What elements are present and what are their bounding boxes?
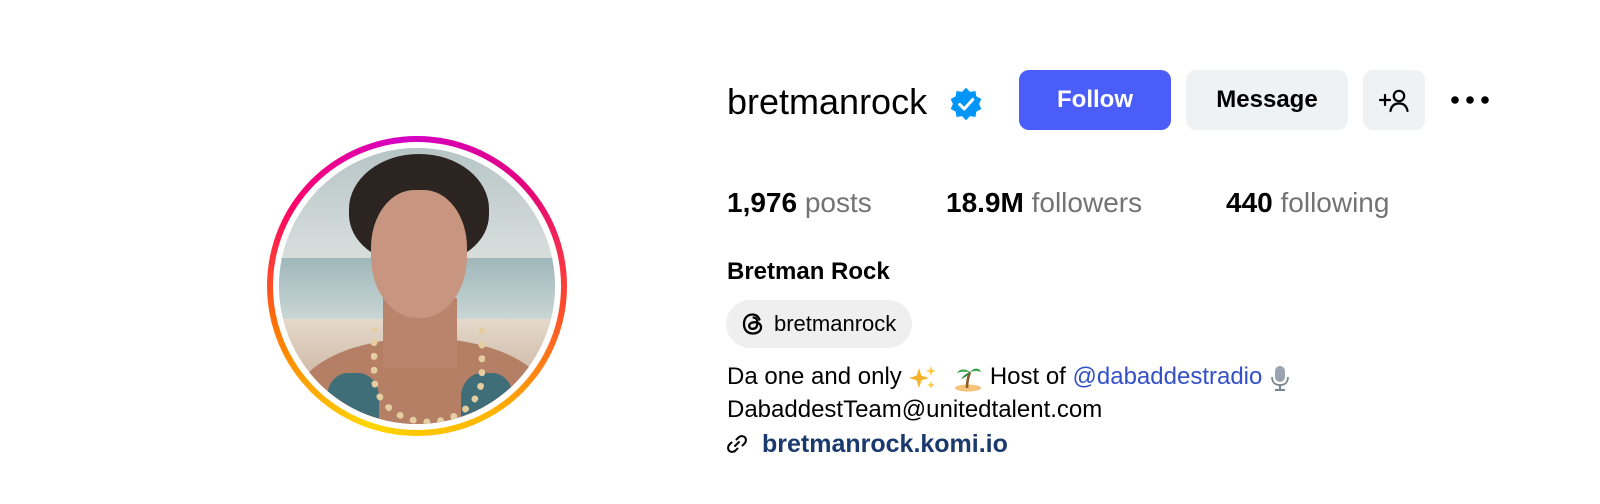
stat-posts-label: posts — [804, 187, 872, 218]
bio-line-1: Da one and only Host of @dabaddestradio — [727, 361, 1291, 393]
follow-button[interactable]: Follow — [1019, 70, 1171, 130]
desert-island-emoji — [955, 368, 982, 392]
suggested-accounts-button[interactable] — [1363, 70, 1425, 130]
stat-following[interactable]: 440 following — [1226, 186, 1389, 220]
threads-handle: bretmanrock — [774, 311, 897, 336]
threads-badge[interactable]: bretmanrock — [726, 300, 912, 348]
threads-icon — [742, 313, 763, 335]
avatar[interactable] — [279, 148, 555, 424]
profile-username: bretmanrock — [727, 81, 928, 122]
story-ring[interactable] — [267, 136, 567, 436]
avatar-face — [371, 190, 467, 318]
microphone-emoji — [1271, 365, 1289, 391]
more-options-icon — [1451, 96, 1489, 104]
avatar-necklace — [371, 328, 485, 424]
profile-full-name: Bretman Rock — [727, 258, 890, 285]
stat-posts: 1,976 posts — [727, 186, 872, 220]
bio-link-text[interactable]: bretmanrock.komi.io — [762, 430, 1008, 459]
stat-following-label: following — [1280, 187, 1390, 218]
bio-link[interactable]: bretmanrock.komi.io — [725, 428, 1008, 460]
stat-followers[interactable]: 18.9M followers — [946, 186, 1142, 220]
message-button[interactable]: Message — [1186, 70, 1348, 130]
verified-badge-icon — [950, 87, 982, 121]
bio-line-2: DabaddestTeam@unitedtalent.com — [727, 396, 1103, 423]
more-options-button[interactable] — [1449, 86, 1493, 114]
bio-text: Da one and only — [727, 363, 902, 390]
stat-following-value: 440 — [1226, 187, 1273, 218]
stat-followers-value: 18.9M — [946, 187, 1024, 218]
stat-posts-value: 1,976 — [727, 187, 798, 218]
bio-mention-link[interactable]: @dabaddestradio — [1073, 363, 1263, 390]
bio-host-text: Host of — [989, 363, 1066, 390]
link-icon — [727, 435, 747, 453]
sparkles-emoji — [909, 365, 937, 389]
add-person-icon — [1378, 89, 1409, 113]
stat-followers-label: followers — [1031, 187, 1143, 218]
